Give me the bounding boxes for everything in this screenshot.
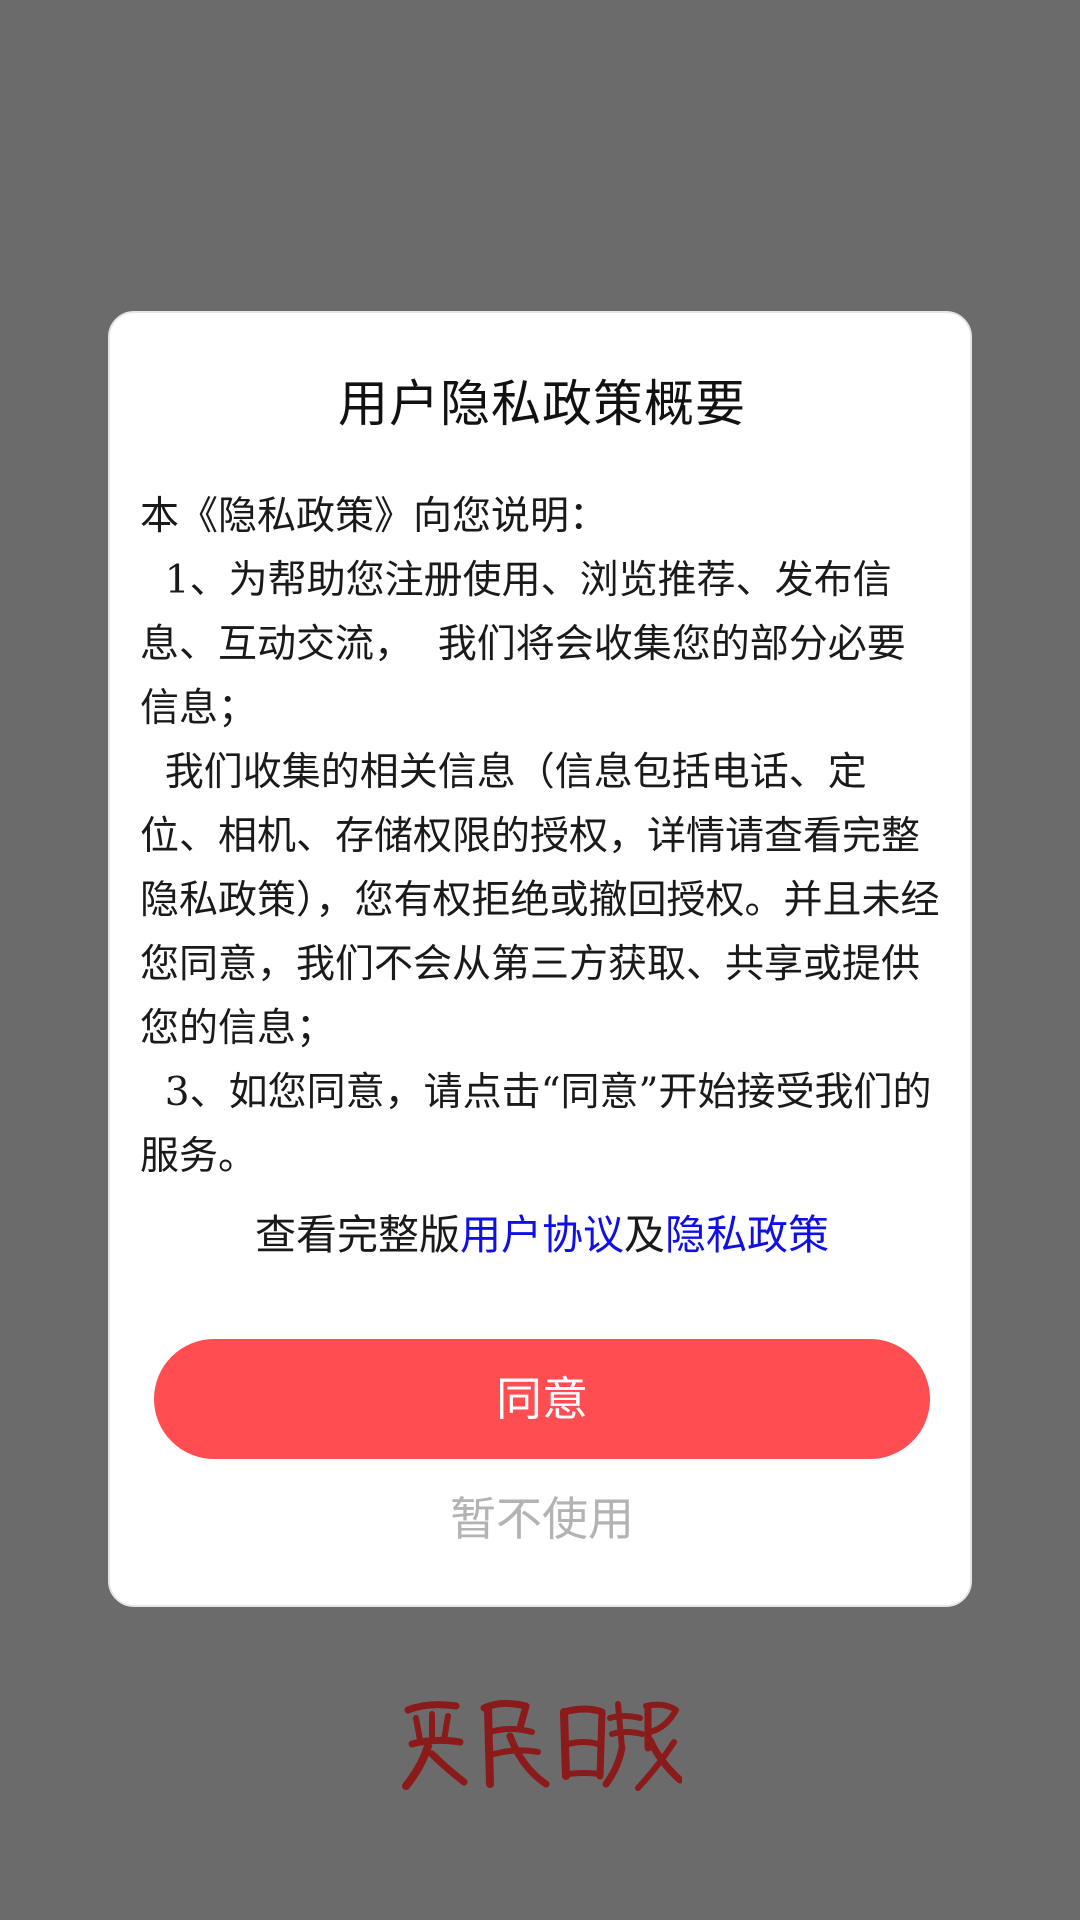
policy-paragraph-2: 我们收集的相关信息（信息包括电话、定位、相机、存储权限的授权，详情请查看完整隐私… [140,750,940,1051]
policy-paragraph-1: 1、为帮助您注册使用、浏览推荐、发布信息、互动交流， 我们将会收集您的部分必要信… [140,558,906,731]
full-policy-links: 查看完整版用户协议及隐私政策 [110,1205,974,1265]
agree-button[interactable]: 同意 [154,1339,930,1459]
privacy-policy-dialog: 用户隐私政策概要 本《隐私政策》向您说明： 1、为帮助您注册使用、浏览推荐、发布… [108,311,972,1607]
dialog-title: 用户隐私政策概要 [338,375,746,433]
policy-paragraph-3: 3、如您同意，请点击“同意”开始接受我们的服务。 [140,1070,932,1179]
policy-summary-text: 本《隐私政策》向您说明： 1、为帮助您注册使用、浏览推荐、发布信息、互动交流， … [140,485,944,1189]
policy-paragraph-intro: 本《隐私政策》向您说明： [140,494,609,539]
farmers-daily-logo [402,1699,682,1791]
decline-button[interactable]: 暂不使用 [110,1469,974,1569]
links-conjunction: 及 [624,1211,665,1259]
user-agreement-link[interactable]: 用户协议 [460,1211,624,1259]
privacy-policy-link[interactable]: 隐私政策 [665,1211,829,1259]
links-prefix: 查看完整版 [255,1211,460,1259]
